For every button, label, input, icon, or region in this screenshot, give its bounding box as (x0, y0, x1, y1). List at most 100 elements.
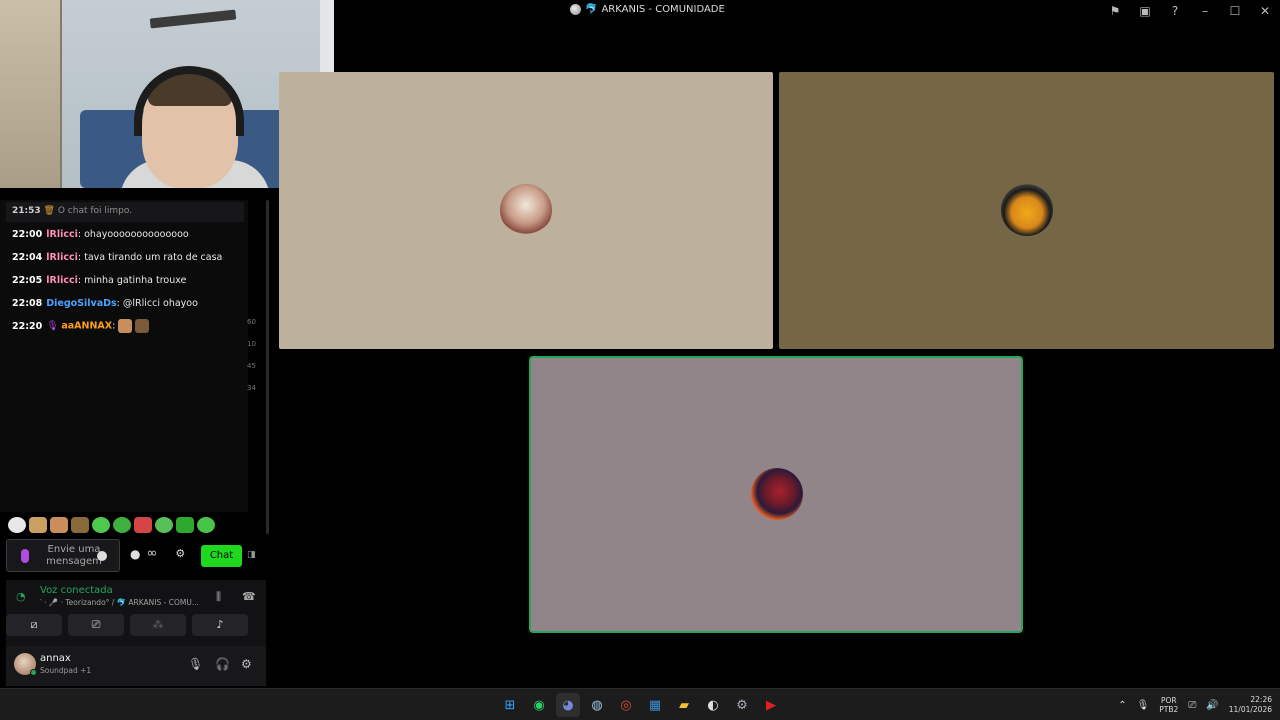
language-code: POR (1160, 696, 1177, 705)
language-indicator[interactable]: POR PTB2 (1159, 696, 1178, 714)
activities-icon[interactable]: ⁂ (130, 614, 186, 636)
window-title-text: ARKANIS - COMUNIDADE (601, 4, 725, 15)
count-label: 10 (247, 340, 256, 348)
user-panel: annax Soundpad +1 🎙 🎧 ⚙ (6, 646, 266, 686)
collapse-icon[interactable]: ◨ (247, 550, 256, 560)
frog-emote-icon[interactable] (92, 517, 110, 533)
mic-icon[interactable] (21, 549, 29, 563)
chrome-icon[interactable]: ◎ (614, 693, 638, 717)
cat-emote-icon (118, 319, 133, 333)
chevron-up-icon[interactable]: ⌃ (1118, 700, 1126, 711)
taskbar-apps: ⊞ ◉ ◕ ◍ ◎ ▦ ▰ ◐ ⚙ ▶ (498, 693, 783, 717)
screen-share-icon[interactable]: ⎚ (68, 614, 124, 636)
count-label: 60 (247, 318, 256, 326)
emoji-icon[interactable] (97, 551, 107, 561)
chat-message-user[interactable]: aaANNAX (61, 321, 112, 332)
taskbar: ⊞ ◉ ◕ ◍ ◎ ▦ ▰ ◐ ⚙ ▶ ⌃ 🎙 POR PTB2 ⎚ 🔊 22:… (0, 688, 1280, 720)
chat-settings-icon[interactable]: ⚙ (175, 547, 185, 560)
maximize-icon[interactable]: ☐ (1220, 4, 1250, 18)
voice-channel[interactable]: ‵ · 🎤 · Teorizando° / 🐬 ARKANIS - COMU..… (40, 598, 199, 607)
window-title: 🐬 ARKANIS - COMUNIDADE (570, 4, 725, 15)
microphone-icon[interactable]: 🎙 (188, 657, 203, 671)
face-emote-icon[interactable] (134, 517, 152, 533)
chat-message-user[interactable]: lRlicci (46, 229, 78, 240)
help-icon[interactable]: ? (1160, 4, 1190, 18)
mic-badge-icon: 🎙 (46, 320, 59, 332)
voice-status[interactable]: Voz conectada (40, 585, 113, 596)
trash-icon: 🗑 (43, 206, 55, 216)
cat-emote-icon[interactable] (50, 517, 68, 533)
signal-icon[interactable]: ◔ (16, 590, 26, 603)
chat-message-text: @lRlicci ohayoo (122, 298, 198, 309)
minimize-icon[interactable]: – (1190, 4, 1220, 18)
chat-scrollbar[interactable] (266, 200, 269, 534)
chat-message-time: 22:04 (12, 252, 43, 263)
screen: 🐬 ARKANIS - COMUNIDADE ⚑ ▣ ? – ☐ ✕ 21:53… (0, 0, 1280, 720)
chat-message: 22:20 🎙 aaANNAX: (12, 319, 150, 333)
close-icon[interactable]: ✕ (1250, 4, 1280, 18)
disconnect-icon[interactable]: ☎ (242, 590, 256, 603)
stream-chat: 21:53 🗑 O chat foi limpo. 22:00 lRlicci: … (0, 200, 248, 512)
chat-message-user[interactable]: DiegoSilvaDs (46, 298, 116, 309)
frog-emote-icon[interactable] (113, 517, 131, 533)
username[interactable]: annax (40, 653, 71, 664)
windows-start-icon[interactable]: ⊞ (498, 693, 522, 717)
participant-tile[interactable] (279, 72, 773, 349)
user-settings-icon[interactable]: ⚙ (241, 657, 252, 671)
emote-icon[interactable] (71, 517, 89, 533)
photos-icon[interactable]: ▦ (643, 693, 667, 717)
chat-message: 22:05 lRlicci: minha gatinha trouxe (12, 275, 187, 286)
chat-message: 22:08 DiegoSilvaDs: @lRlicci ohayoo (12, 298, 198, 309)
settings-icon[interactable]: ⚙ (730, 693, 754, 717)
clock[interactable]: 22:26 11/01/2026 (1229, 695, 1272, 715)
soundboard-icon[interactable]: ♪ (192, 614, 248, 636)
server-glyph-icon: 🐬 (585, 4, 598, 15)
frog-emote-icon[interactable] (176, 517, 194, 533)
emote-icon[interactable] (29, 517, 47, 533)
microphone-icon[interactable]: 🎙 (1137, 700, 1150, 711)
server-icon (570, 4, 581, 15)
penguin-emote-icon[interactable] (8, 517, 26, 533)
camera-off-icon[interactable]: ⧄ (6, 614, 62, 636)
participant-tile[interactable] (779, 72, 1274, 349)
discord-icon[interactable]: ◕ (556, 693, 580, 717)
obs-icon[interactable]: ◐ (701, 693, 725, 717)
chat-message-user[interactable]: lRlicci (46, 275, 78, 286)
infinity-icon[interactable]: ∞ (146, 546, 157, 561)
file-explorer-icon[interactable]: ▰ (672, 693, 696, 717)
volume-icon[interactable]: 🔊 (1206, 700, 1218, 711)
chat-cleared-message: 21:53 🗑 O chat foi limpo. (6, 202, 244, 222)
participant-tile-speaking[interactable] (529, 356, 1023, 633)
count-label: 45 (247, 362, 256, 370)
chat-input[interactable]: Envie uma mensagem (6, 539, 120, 572)
network-icon[interactable]: ⎚ (1188, 700, 1196, 711)
flag-icon[interactable]: ⚑ (1100, 4, 1130, 18)
emote-icon (135, 319, 150, 333)
user-activity: Soundpad +1 (40, 666, 92, 675)
chat-message-time: 22:00 (12, 229, 43, 240)
chat-message-text: minha gatinha trouxe (84, 275, 187, 286)
emote-bar (8, 517, 215, 533)
inbox-icon[interactable]: ▣ (1130, 4, 1160, 18)
discord-title-bar: 🐬 ARKANIS - COMUNIDADE ⚑ ▣ ? – ☐ ✕ (334, 0, 1280, 22)
chat-message-time: 22:05 (12, 275, 43, 286)
whatsapp-icon[interactable]: ◉ (527, 693, 551, 717)
noise-suppression-icon[interactable]: ⫼ (216, 590, 221, 604)
chat-message: 22:00 lRlicci: ohayoooooooooooooo (12, 229, 189, 240)
headphones-icon[interactable]: 🎧 (215, 657, 230, 671)
viewer-counts: 60 10 45 34 (247, 318, 261, 406)
youtube-icon[interactable]: ▶ (759, 693, 783, 717)
system-message-time: 21:53 (12, 206, 41, 216)
frog-emote-icon[interactable] (197, 517, 215, 533)
count-label: 34 (247, 384, 256, 392)
steam-icon[interactable]: ◍ (585, 693, 609, 717)
clock-time: 22:26 (1250, 695, 1272, 704)
participant-avatar (1001, 184, 1053, 236)
chat-send-button[interactable]: Chat (201, 545, 242, 567)
frog-emote-icon[interactable] (155, 517, 173, 533)
chat-message: 22:04 lRlicci: tava tirando um rato de ca… (12, 252, 223, 263)
chat-controls: ● ∞ ⚙ (130, 546, 185, 561)
bits-icon[interactable]: ● (130, 547, 140, 561)
clock-date: 11/01/2026 (1228, 705, 1272, 714)
chat-message-user[interactable]: lRlicci (46, 252, 78, 263)
